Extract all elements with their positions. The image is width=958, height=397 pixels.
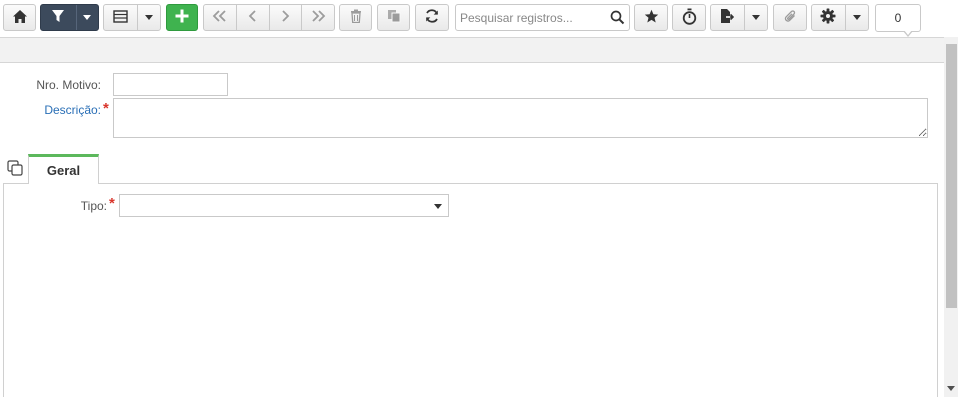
next-record-button[interactable] <box>270 5 302 30</box>
descricao-label: Descrição: <box>44 103 101 117</box>
record-count-badge: 0 <box>875 4 921 32</box>
export-file-icon <box>720 8 735 27</box>
favorite-button[interactable] <box>634 4 668 31</box>
chevron-down-icon <box>751 15 760 20</box>
plus-icon <box>175 9 189 26</box>
chevron-right-icon <box>280 10 290 25</box>
view-list-button[interactable] <box>103 4 161 31</box>
chevron-down-icon <box>83 15 92 20</box>
trash-icon <box>350 9 362 26</box>
delete-button[interactable] <box>339 4 372 31</box>
last-record-button[interactable] <box>302 5 334 30</box>
first-record-button[interactable] <box>204 5 236 30</box>
required-marker: * <box>103 100 109 117</box>
gear-icon <box>820 8 836 27</box>
filter-icon <box>51 9 65 26</box>
chevron-left-icon <box>248 10 258 25</box>
scrollbar-thumb[interactable] <box>946 44 957 308</box>
tab-geral[interactable]: Geral <box>28 154 99 184</box>
export-button[interactable] <box>710 4 768 31</box>
home-icon <box>12 9 28 27</box>
secondary-toolbar <box>0 37 944 63</box>
chevron-down-icon <box>144 15 153 20</box>
nro-motivo-input[interactable] <box>113 73 228 96</box>
copy-button[interactable] <box>377 4 410 31</box>
paperclip-icon <box>783 9 798 27</box>
chevron-down-icon <box>434 204 442 209</box>
search-input[interactable] <box>456 5 606 30</box>
export-dropdown-toggle[interactable] <box>745 5 767 30</box>
refresh-icon <box>424 8 440 27</box>
list-icon <box>113 9 128 26</box>
home-button[interactable] <box>3 4 36 31</box>
attachment-button[interactable] <box>773 4 807 31</box>
nro-motivo-label: Nro. Motivo: <box>36 78 101 92</box>
view-dropdown-toggle[interactable] <box>138 5 160 30</box>
tipo-select[interactable] <box>119 194 449 217</box>
stopwatch-icon <box>682 8 697 28</box>
scroll-down-arrow-icon[interactable] <box>947 386 955 391</box>
double-chevron-left-icon <box>212 10 228 25</box>
search-box <box>455 4 630 31</box>
toolbar: 0 <box>0 0 958 37</box>
descricao-textarea[interactable] <box>113 98 928 138</box>
previous-record-button[interactable] <box>237 5 269 30</box>
add-button[interactable] <box>166 4 198 31</box>
search-icon[interactable] <box>610 10 625 28</box>
double-chevron-right-icon <box>310 10 326 25</box>
filter-button[interactable] <box>40 4 99 31</box>
settings-button[interactable] <box>811 4 869 31</box>
settings-dropdown-toggle[interactable] <box>846 5 868 30</box>
refresh-button[interactable] <box>415 4 449 31</box>
record-navigation <box>203 4 335 31</box>
copy-icon <box>387 9 401 26</box>
duplicate-tab-icon[interactable] <box>7 160 23 179</box>
timer-button[interactable] <box>672 4 706 31</box>
star-icon <box>644 9 659 27</box>
filter-dropdown-toggle[interactable] <box>77 5 98 30</box>
chevron-down-icon <box>852 15 861 20</box>
tipo-label: Tipo: <box>80 199 107 213</box>
required-marker: * <box>109 195 115 212</box>
